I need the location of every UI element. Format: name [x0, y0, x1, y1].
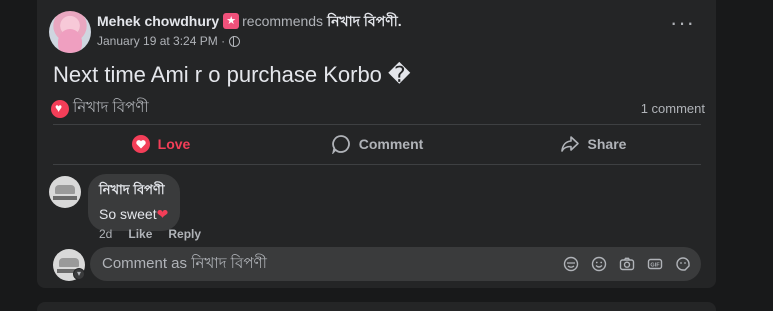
- commenter-avatar[interactable]: [49, 176, 81, 208]
- reaction-summary[interactable]: নিখাদ বিপণী: [51, 96, 149, 121]
- comment-meta: 2d Like Reply: [99, 227, 201, 241]
- page-name-link[interactable]: নিখাদ বিপণী.: [327, 12, 402, 30]
- action-bar: Love Comment Share: [53, 128, 701, 160]
- comment-icon: [331, 135, 350, 154]
- comment-input[interactable]: Comment as নিখাদ বিপণী GIF: [90, 247, 701, 281]
- emoji-icon[interactable]: [591, 256, 607, 272]
- comment-bubble: নিখাদ বিপণী So sweet❤: [88, 174, 181, 231]
- reactor-name: নিখাদ বিপণী: [73, 99, 149, 116]
- post-meta: January 19 at 3:24 PM ·: [97, 34, 402, 48]
- heart-icon: [131, 135, 150, 153]
- comment-text: So sweet❤: [99, 206, 168, 223]
- post-card: Mehek chowdhury ★ recommends নিখাদ বিপণী…: [37, 0, 716, 288]
- post-stats: নিখাদ বিপণী 1 comment: [51, 96, 705, 121]
- comment-age[interactable]: 2d: [99, 227, 112, 241]
- globe-icon: [229, 35, 241, 47]
- composer-tools: GIF: [563, 256, 691, 272]
- car-logo-icon: [55, 185, 75, 194]
- share-icon: [560, 136, 579, 152]
- logo-label: [53, 196, 77, 200]
- comment-label: Comment: [358, 136, 424, 152]
- comment-body: So sweet: [99, 206, 157, 222]
- like-link[interactable]: Like: [128, 227, 152, 241]
- divider: [53, 164, 701, 165]
- sticker-icon[interactable]: [675, 256, 691, 272]
- gif-icon[interactable]: GIF: [647, 256, 663, 272]
- more-options-icon[interactable]: ···: [670, 12, 695, 34]
- avatar-sticker-icon[interactable]: [563, 256, 579, 272]
- camera-icon[interactable]: [619, 256, 635, 272]
- car-logo-icon: [59, 258, 79, 267]
- post-header: Mehek chowdhury ★ recommends নিখাদ বিপণী…: [49, 11, 402, 53]
- author-name[interactable]: Mehek chowdhury: [97, 12, 219, 30]
- comment-button[interactable]: Comment: [269, 128, 485, 160]
- love-label: Love: [157, 136, 191, 152]
- share-button[interactable]: Share: [485, 128, 701, 160]
- share-label: Share: [587, 136, 627, 152]
- next-post-card: [37, 302, 716, 311]
- post-text: Next time Ami r o purchase Korbo �: [53, 62, 411, 87]
- author-avatar[interactable]: [49, 11, 91, 53]
- chevron-down-icon[interactable]: ▾: [73, 268, 85, 280]
- comment-author[interactable]: নিখাদ বিপণী: [99, 181, 168, 202]
- post-timestamp[interactable]: January 19 at 3:24 PM ·: [97, 34, 225, 48]
- comment-placeholder: Comment as নিখাদ বিপণী: [102, 254, 267, 272]
- love-reaction-icon: [51, 99, 69, 118]
- post-headline: Mehek chowdhury ★ recommends নিখাদ বিপণী…: [97, 12, 402, 30]
- recommend-badge-icon: ★: [223, 13, 240, 29]
- love-button[interactable]: Love: [53, 128, 269, 160]
- recommends-label: recommends: [242, 13, 324, 29]
- svg-text:GIF: GIF: [650, 262, 660, 268]
- comment-count[interactable]: 1 comment: [641, 101, 705, 116]
- heart-emoji: ❤: [156, 206, 169, 222]
- reply-link[interactable]: Reply: [168, 227, 201, 241]
- divider: [53, 124, 701, 125]
- post-header-text: Mehek chowdhury ★ recommends নিখাদ বিপণী…: [97, 12, 402, 53]
